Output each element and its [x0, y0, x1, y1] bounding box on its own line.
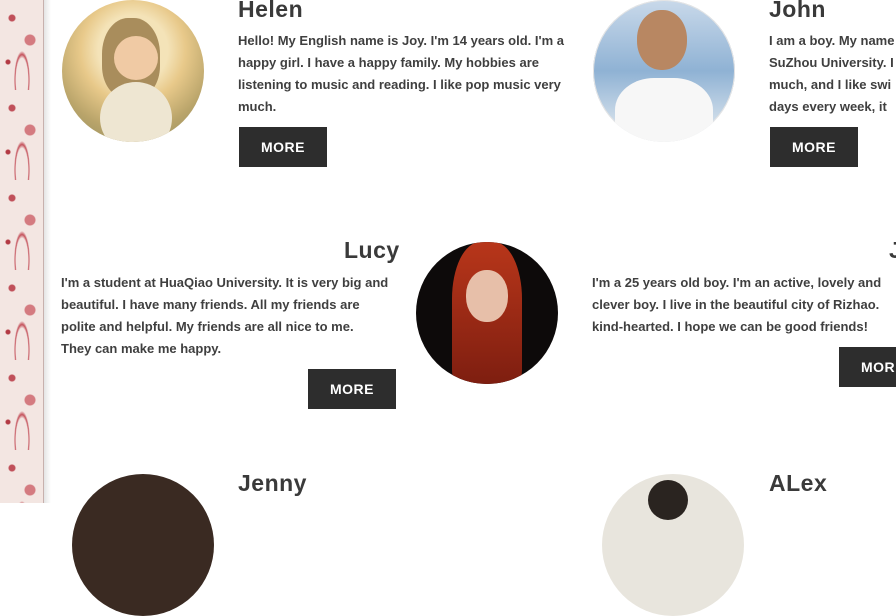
lucy-bio-line: beautiful. I have many friends. All my f… [61, 297, 360, 312]
john-more-button[interactable]: MORE [770, 127, 858, 167]
alex-name: ALex [769, 470, 828, 496]
right-profile-name: J [889, 237, 896, 263]
john-bio: I am a boy. My name SuZhou University. I… [769, 30, 894, 118]
john-name: John [769, 0, 826, 22]
john-avatar [593, 0, 735, 142]
lucy-bio-line: They can make me happy. [61, 341, 222, 356]
right-profile-bio-line: clever boy. I live in the beautiful city… [592, 297, 880, 312]
john-bio-line: much, and I like swi [769, 77, 892, 92]
john-bio-line: I am a boy. My name [769, 33, 895, 48]
helen-more-button[interactable]: MORE [239, 127, 327, 167]
helen-bio-line: much. [238, 99, 277, 114]
helen-bio-line: listening to music and reading. I like p… [238, 77, 561, 92]
lucy-bio-line: I'm a student at HuaQiao University. It … [61, 275, 389, 290]
alex-avatar [602, 474, 744, 616]
lucy-name: Lucy [344, 237, 400, 263]
helen-bio-line: happy girl. I have a happy family. My ho… [238, 55, 540, 70]
right-profile-bio-line: kind-hearted. I hope we can be good frie… [592, 319, 868, 334]
helen-avatar [62, 0, 204, 142]
jenny-avatar [72, 474, 214, 616]
helen-name: Helen [238, 0, 304, 22]
john-bio-line: SuZhou University. I [769, 55, 894, 70]
lucy-avatar [416, 242, 558, 384]
helen-bio: Hello! My English name is Joy. I'm 14 ye… [238, 30, 564, 118]
helen-bio-line: Hello! My English name is Joy. I'm 14 ye… [238, 33, 564, 48]
right-profile-bio-line: I'm a 25 years old boy. I'm an active, l… [592, 275, 882, 290]
john-bio-line: days every week, it [769, 99, 887, 114]
floral-decoration [0, 0, 51, 503]
lucy-more-button[interactable]: MORE [308, 369, 396, 409]
lucy-bio-line: polite and helpful. My friends are all n… [61, 319, 354, 334]
lucy-bio: I'm a student at HuaQiao University. It … [61, 272, 388, 360]
right-profile-bio: I'm a 25 years old boy. I'm an active, l… [592, 272, 881, 338]
right-profile-more-button[interactable]: MOR [839, 347, 896, 387]
jenny-name: Jenny [238, 470, 307, 496]
